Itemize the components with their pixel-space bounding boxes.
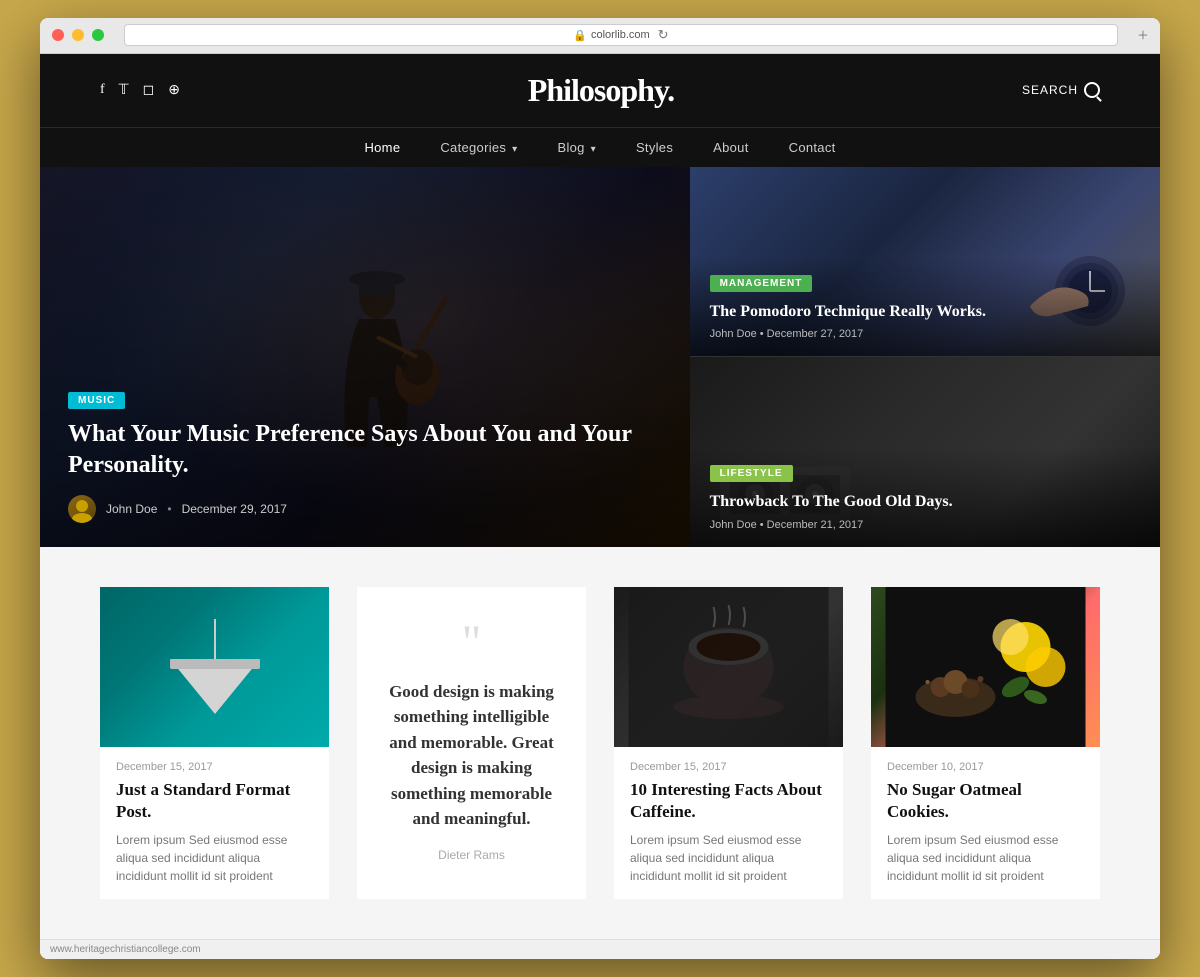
post-1-excerpt: Lorem ipsum Sed eiusmod esse aliqua sed … [116, 831, 313, 885]
card1-tag[interactable]: MANAGEMENT [710, 275, 813, 292]
browser-window: 🔒 colorlib.com ↻ + f 𝕋 ◻ ⊕ Philosophy. S… [40, 18, 1160, 959]
hero-date: December 29, 2017 [182, 502, 287, 516]
lamp-shape [170, 619, 260, 714]
close-button[interactable] [52, 29, 64, 41]
facebook-icon[interactable]: f [100, 82, 105, 98]
post-3-title[interactable]: No Sugar Oatmeal Cookies. [887, 779, 1084, 823]
nav-home[interactable]: Home [364, 140, 400, 155]
hero-card-1-overlay: MANAGEMENT The Pomodoro Technique Really… [690, 257, 1160, 357]
coffee-illustration [614, 587, 843, 747]
social-icons: f 𝕋 ◻ ⊕ [100, 82, 180, 99]
search-icon [1084, 82, 1100, 98]
post-1-title[interactable]: Just a Standard Format Post. [116, 779, 313, 823]
hero-section: MUSIC What Your Music Preference Says Ab… [40, 167, 1160, 547]
content-grid: December 15, 2017 Just a Standard Format… [100, 587, 1100, 899]
hero-card-1[interactable]: MANAGEMENT The Pomodoro Technique Really… [690, 167, 1160, 357]
card1-meta: John Doe • December 27, 2017 [710, 328, 1140, 340]
post-3-excerpt: Lorem ipsum Sed eiusmod esse aliqua sed … [887, 831, 1084, 885]
post-1-date: December 15, 2017 [116, 761, 313, 773]
quote-text: Good design is making something intellig… [381, 679, 562, 832]
nav-about[interactable]: About [713, 140, 748, 155]
browser-titlebar: 🔒 colorlib.com ↻ + [40, 18, 1160, 54]
pinterest-icon[interactable]: ⊕ [168, 82, 180, 99]
instagram-icon[interactable]: ◻ [143, 82, 155, 99]
lamp-shade [170, 659, 260, 714]
site-nav: Home Categories ▾ Blog ▾ Styles About Co… [40, 127, 1160, 167]
minimize-button[interactable] [72, 29, 84, 41]
post-card-coffee[interactable]: December 15, 2017 10 Interesting Facts A… [614, 587, 843, 899]
site-header: f 𝕋 ◻ ⊕ Philosophy. SEARCH [40, 54, 1160, 127]
post-card-3-body: December 10, 2017 No Sugar Oatmeal Cooki… [871, 747, 1100, 899]
search-label: SEARCH [1022, 83, 1078, 97]
hero-main-title[interactable]: What Your Music Preference Says About Yo… [68, 419, 662, 481]
new-tab-button[interactable]: + [1138, 26, 1148, 44]
hero-author: John Doe [106, 502, 157, 516]
flowers-image [871, 587, 1100, 747]
hero-main[interactable]: MUSIC What Your Music Preference Says Ab… [40, 167, 690, 547]
post-2-date: December 15, 2017 [630, 761, 827, 773]
quote-mark: " [462, 624, 482, 662]
chevron-down-icon: ▾ [591, 144, 596, 155]
post-card-1-body: December 15, 2017 Just a Standard Format… [100, 747, 329, 899]
coffee-image [614, 587, 843, 747]
card2-title: Throwback To The Good Old Days. [710, 492, 1140, 513]
lamp-cord [214, 619, 216, 659]
lock-icon: 🔒 [573, 29, 587, 42]
card2-sep: • [760, 519, 767, 531]
card2-tag[interactable]: LIFESTYLE [710, 465, 793, 482]
maximize-button[interactable] [92, 29, 104, 41]
card1-date: December 27, 2017 [767, 328, 864, 340]
card2-date: December 21, 2017 [767, 519, 864, 531]
quote-author: Dieter Rams [438, 848, 505, 862]
chevron-down-icon: ▾ [512, 144, 517, 155]
post-2-excerpt: Lorem ipsum Sed eiusmod esse aliqua sed … [630, 831, 827, 885]
author-avatar [68, 495, 96, 523]
card1-sep: • [760, 328, 767, 340]
hero-meta: John Doe • December 29, 2017 [68, 495, 662, 523]
post-card-cookies[interactable]: December 10, 2017 No Sugar Oatmeal Cooki… [871, 587, 1100, 899]
hero-card-2-overlay: LIFESTYLE Throwback To The Good Old Days… [690, 447, 1160, 547]
hero-overlay: MUSIC What Your Music Preference Says Ab… [40, 366, 690, 547]
nav-styles[interactable]: Styles [636, 140, 673, 155]
lamp-image [100, 587, 329, 747]
hero-card-2[interactable]: LIFESTYLE Throwback To The Good Old Days… [690, 356, 1160, 547]
quote-card: " Good design is making something intell… [357, 587, 586, 899]
card1-title: The Pomodoro Technique Really Works. [710, 302, 1140, 323]
nav-contact[interactable]: Contact [789, 140, 836, 155]
post-card-2-body: December 15, 2017 10 Interesting Facts A… [614, 747, 843, 899]
post-3-date: December 10, 2017 [887, 761, 1084, 773]
flowers-illustration [871, 587, 1100, 747]
reload-button[interactable]: ↻ [658, 27, 669, 43]
status-url: www.heritagechristiancollege.com [50, 944, 201, 955]
site-wrapper: f 𝕋 ◻ ⊕ Philosophy. SEARCH Home Categori… [40, 54, 1160, 959]
hero-sidebar: MANAGEMENT The Pomodoro Technique Really… [690, 167, 1160, 547]
hero-tag[interactable]: MUSIC [68, 392, 125, 409]
card2-author: John Doe [710, 519, 757, 531]
card1-author: John Doe [710, 328, 757, 340]
card2-meta: John Doe • December 21, 2017 [710, 519, 1140, 531]
post-2-title[interactable]: 10 Interesting Facts About Caffeine. [630, 779, 827, 823]
status-bar: www.heritagechristiancollege.com [40, 939, 1160, 959]
post-card-lamp[interactable]: December 15, 2017 Just a Standard Format… [100, 587, 329, 899]
url-text: colorlib.com [591, 29, 650, 41]
meta-separator: • [167, 502, 171, 516]
search-button[interactable]: SEARCH [1022, 82, 1100, 98]
address-bar[interactable]: 🔒 colorlib.com ↻ [124, 24, 1118, 46]
twitter-icon[interactable]: 𝕋 [119, 82, 129, 99]
site-logo[interactable]: Philosophy. [528, 72, 674, 109]
nav-blog[interactable]: Blog ▾ [557, 140, 595, 155]
nav-categories[interactable]: Categories ▾ [440, 140, 517, 155]
content-section: December 15, 2017 Just a Standard Format… [40, 547, 1160, 939]
